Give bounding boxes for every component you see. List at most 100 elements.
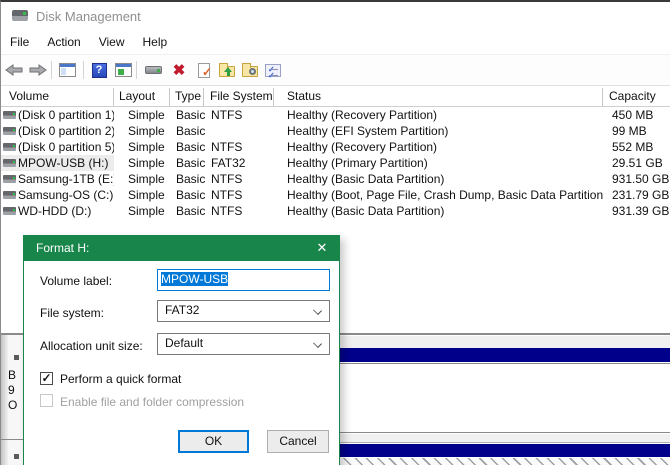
column-header-file-system[interactable]: File System <box>210 89 273 103</box>
cell-layout: Simple <box>128 140 165 154</box>
volume-label-value: MPOW-USB <box>161 272 228 286</box>
forward-button[interactable] <box>26 58 50 82</box>
disk-icon <box>3 191 16 199</box>
delete-volume-icon: ✖ <box>173 63 186 78</box>
cell-status: Healthy (Boot, Page File, Crash Dump, Ba… <box>287 188 603 202</box>
panel-edge <box>1 335 8 465</box>
ok-button[interactable]: OK <box>178 430 249 453</box>
cell-layout: Simple <box>128 188 165 202</box>
title-bar: Disk Management <box>1 2 670 30</box>
column-header-status[interactable]: Status <box>287 89 321 103</box>
cell-volume: (Disk 0 partition 2) <box>18 124 114 138</box>
allocation-unit-value: Default <box>165 336 203 350</box>
table-row[interactable]: WD-HDD (D:) Simple Basic NTFS Healthy (B… <box>1 203 670 219</box>
table-row[interactable]: (Disk 0 partition 1) Simple Basic NTFS H… <box>1 107 670 123</box>
column-header-layout[interactable]: Layout <box>119 89 155 103</box>
toolbar-separator <box>136 61 137 79</box>
mark-active-button[interactable]: ✓ <box>192 58 216 82</box>
cell-layout: Simple <box>128 108 165 122</box>
help-button[interactable]: ? <box>87 58 111 82</box>
disk-icon <box>3 111 16 119</box>
table-row-selected[interactable]: MPOW-USB (H:) Simple Basic FAT32 Healthy… <box>1 155 670 171</box>
allocation-unit-select[interactable]: Default <box>157 333 330 355</box>
toolbar-separator <box>83 61 84 79</box>
cell-capacity: 231.79 GB <box>612 188 669 202</box>
action-pane-icon <box>115 63 132 77</box>
window-title: Disk Management <box>36 9 141 24</box>
cell-type: Basic <box>176 108 205 122</box>
cell-capacity: 552 MB <box>612 140 653 154</box>
cell-status: Healthy (Recovery Partition) <box>287 108 603 122</box>
disk-label-fragment <box>14 454 19 459</box>
checklist-button[interactable]: ✓✓ <box>261 58 285 82</box>
table-row[interactable]: Samsung-OS (C:) Simple Basic NTFS Health… <box>1 187 670 203</box>
cell-type: Basic <box>176 172 205 186</box>
check-icon: ✓ <box>202 65 212 79</box>
cell-capacity: 931.39 GB <box>612 204 669 218</box>
menu-item-file[interactable]: File <box>1 30 38 55</box>
back-button[interactable] <box>2 58 26 82</box>
toolbar: ? ✖ ✓ ✓✓ <box>1 55 670 86</box>
menu-bar: File Action View Help <box>1 30 670 55</box>
quick-format-label: Perform a quick format <box>60 372 181 386</box>
cell-volume: Samsung-OS (C:) <box>18 188 114 202</box>
volume-list-header: Volume Layout Type File System Status Ca… <box>1 87 670 107</box>
menu-item-view[interactable]: View <box>90 30 134 55</box>
column-divider[interactable] <box>203 88 204 106</box>
table-row[interactable]: (Disk 0 partition 5) Simple Basic NTFS H… <box>1 139 670 155</box>
table-row[interactable]: (Disk 0 partition 2) Simple Basic Health… <box>1 123 670 139</box>
action-pane-button[interactable] <box>111 58 135 82</box>
column-header-capacity[interactable]: Capacity <box>609 89 656 103</box>
column-divider[interactable] <box>602 88 603 106</box>
disk-icon <box>3 143 16 151</box>
disk-label-fragment <box>14 355 19 360</box>
cell-file-system: NTFS <box>211 140 242 154</box>
disk-label-letter: O <box>8 398 17 412</box>
file-system-select[interactable]: FAT32 <box>157 300 330 322</box>
delete-volume-button[interactable]: ✖ <box>167 58 191 82</box>
cell-layout: Simple <box>128 172 165 186</box>
remote-control-icon <box>145 66 162 74</box>
cell-capacity: 99 MB <box>612 124 647 138</box>
volume-label-field[interactable]: MPOW-USB <box>157 269 330 291</box>
quick-format-checkbox[interactable]: ✓ <box>40 372 53 385</box>
cell-layout: Simple <box>128 204 165 218</box>
back-icon <box>5 64 23 76</box>
close-button[interactable]: ✕ <box>305 236 339 261</box>
remote-control-button[interactable] <box>141 58 165 82</box>
forward-icon <box>29 64 47 76</box>
cell-type: Basic <box>176 140 205 154</box>
cell-capacity: 450 MB <box>612 108 653 122</box>
cell-status: Healthy (Primary Partition) <box>287 156 603 170</box>
compression-label: Enable file and folder compression <box>60 395 244 409</box>
chevron-down-icon <box>313 339 322 348</box>
cell-layout: Simple <box>128 124 165 138</box>
cell-file-system: NTFS <box>211 204 242 218</box>
open-icon <box>219 66 235 77</box>
menu-item-help[interactable]: Help <box>134 30 177 55</box>
explore-button[interactable] <box>238 58 262 82</box>
column-divider[interactable] <box>169 88 170 106</box>
disk-label-panel-fragment: B 9 O <box>1 335 23 465</box>
cell-capacity: 931.50 GB <box>612 172 669 186</box>
table-row[interactable]: Samsung-1TB (E:) Simple Basic NTFS Healt… <box>1 171 670 187</box>
menu-item-action[interactable]: Action <box>38 30 89 55</box>
column-header-type[interactable]: Type <box>175 89 201 103</box>
magnifier-icon <box>249 68 256 75</box>
cancel-button[interactable]: Cancel <box>267 430 329 453</box>
format-dialog: Format H: ✕ Volume label: MPOW-USB File … <box>23 235 340 465</box>
checklist-icon: ✓✓ <box>265 64 281 77</box>
column-divider[interactable] <box>273 88 274 106</box>
disk-management-window: Disk Management File Action View Help ? <box>0 0 670 465</box>
file-system-value: FAT32 <box>165 303 199 317</box>
open-button[interactable] <box>215 58 239 82</box>
cell-status: Healthy (Recovery Partition) <box>287 140 603 154</box>
disk-icon <box>3 175 16 183</box>
column-header-volume[interactable]: Volume <box>9 89 49 103</box>
column-divider[interactable] <box>113 88 114 106</box>
dialog-title-bar[interactable]: Format H: ✕ <box>24 236 339 261</box>
cell-type: Basic <box>176 124 205 138</box>
cell-status: Healthy (Basic Data Partition) <box>287 172 603 186</box>
disk-icon <box>3 127 16 135</box>
console-tree-button[interactable] <box>55 58 79 82</box>
